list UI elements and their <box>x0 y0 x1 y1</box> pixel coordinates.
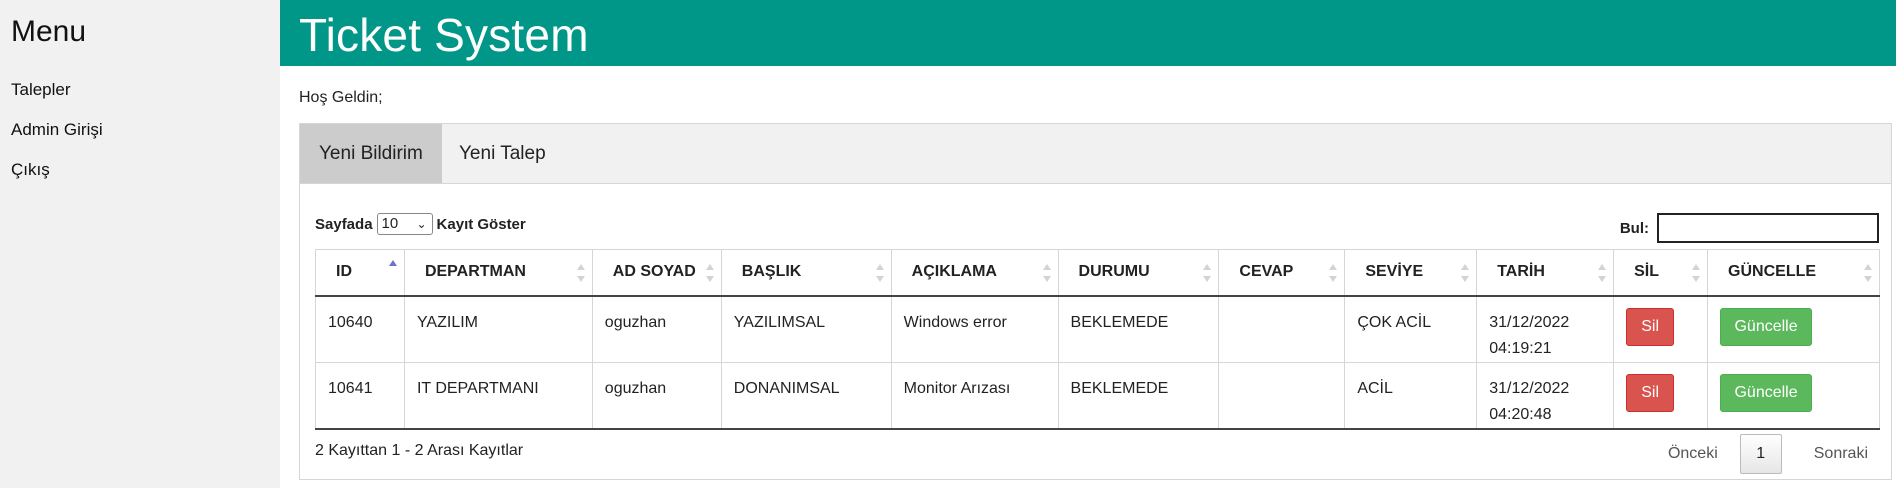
cell-aciklama: Windows error <box>890 295 1059 363</box>
search-input[interactable] <box>1657 213 1879 243</box>
column-header-sil[interactable]: SİL <box>1613 249 1709 297</box>
pagination: Önceki 1 Sonraki <box>1658 434 1878 474</box>
cell-durumu: BEKLEMEDE <box>1057 361 1220 430</box>
cell-tarih: 31/12/2022 04:20:48 <box>1476 361 1615 430</box>
cell-departman: IT DEPARTMANI <box>403 361 593 430</box>
cell-guncelle: Güncelle <box>1707 361 1880 430</box>
sort-icon <box>1692 264 1701 282</box>
ticket-panel: Yeni Bildirim Yeni Talep Sayfada 10 ⌄ Ka… <box>299 123 1892 480</box>
cell-cevap <box>1218 361 1346 430</box>
cell-cevap <box>1218 295 1346 363</box>
cell-ad-soyad: oguzhan <box>591 295 722 363</box>
welcome-text: Hoş Geldin; <box>299 89 383 106</box>
column-header-baslik[interactable]: BAŞLIK <box>720 249 892 297</box>
cell-ad-soyad: oguzhan <box>591 361 722 430</box>
sort-icon <box>576 264 585 282</box>
tarih-date: 31/12/2022 <box>1489 379 1570 397</box>
cell-id: 10640 <box>315 295 405 363</box>
sort-icon <box>705 264 714 282</box>
tab-yeni-talep[interactable]: Yeni Talep <box>440 124 565 183</box>
sidebar-item-talepler[interactable]: Talepler <box>11 80 71 100</box>
sort-icon <box>1598 264 1607 282</box>
cell-tarih: 31/12/2022 04:19:21 <box>1476 295 1615 363</box>
update-button[interactable]: Güncelle <box>1720 373 1813 412</box>
cell-baslik: YAZILIMSAL <box>720 295 892 363</box>
column-header-ad-soyad[interactable]: AD SOYAD <box>591 249 722 297</box>
sort-icon <box>1329 264 1338 282</box>
sidebar-item-admin-girisi[interactable]: Admin Girişi <box>11 120 103 140</box>
cell-seviye: ACİL <box>1344 361 1478 430</box>
table-header-row: ID DEPARTMAN AD SOYAD BAŞLIK AÇIKLAMA DU… <box>315 249 1880 297</box>
tarih-time: 04:19:21 <box>1489 339 1552 357</box>
column-header-cevap[interactable]: CEVAP <box>1218 249 1346 297</box>
tab-bar: Yeni Bildirim Yeni Talep <box>300 124 1891 184</box>
chevron-down-icon: ⌄ <box>416 217 427 231</box>
sort-icon <box>1042 264 1051 282</box>
cell-sil: Sil <box>1613 361 1709 430</box>
cell-durumu: BEKLEMEDE <box>1057 295 1220 363</box>
length-prefix-label: Sayfada <box>315 215 373 233</box>
tab-yeni-bildirim[interactable]: Yeni Bildirim <box>300 124 442 183</box>
sort-icon <box>1203 264 1212 282</box>
sidebar: Menu Talepler Admin Girişi Çıkış <box>0 0 280 488</box>
update-button[interactable]: Güncelle <box>1720 307 1813 346</box>
cell-seviye: ÇOK ACİL <box>1344 295 1478 363</box>
cell-guncelle: Güncelle <box>1707 295 1880 363</box>
column-header-id[interactable]: ID <box>315 249 405 297</box>
sidebar-title: Menu <box>11 15 87 48</box>
cell-aciklama: Monitor Arızası <box>890 361 1059 430</box>
tarih-date: 31/12/2022 <box>1489 313 1570 331</box>
column-header-guncelle[interactable]: GÜNCELLE <box>1707 249 1880 297</box>
column-header-aciklama[interactable]: AÇIKLAMA <box>890 249 1059 297</box>
header: Ticket System <box>280 0 1896 66</box>
sort-asc-icon <box>388 260 397 278</box>
table-info: 2 Kayıttan 1 - 2 Arası Kayıtlar <box>315 442 524 459</box>
search-control: Bul: <box>1620 213 1879 243</box>
tickets-table: ID DEPARTMAN AD SOYAD BAŞLIK AÇIKLAMA DU… <box>315 249 1880 430</box>
sort-icon <box>875 264 884 282</box>
delete-button[interactable]: Sil <box>1626 307 1675 346</box>
sort-icon <box>1461 264 1470 282</box>
next-page-button[interactable]: Sonraki <box>1804 445 1878 463</box>
page-length-value: 10 <box>381 215 399 232</box>
page-length-control: Sayfada 10 ⌄ Kayıt Göster <box>315 213 526 235</box>
page-button-current[interactable]: 1 <box>1739 434 1782 474</box>
delete-button[interactable]: Sil <box>1626 373 1675 412</box>
cell-sil: Sil <box>1613 295 1709 363</box>
cell-baslik: DONANIMSAL <box>720 361 892 430</box>
search-label: Bul: <box>1619 219 1649 237</box>
length-suffix-label: Kayıt Göster <box>436 215 526 233</box>
column-header-seviye[interactable]: SEVİYE <box>1344 249 1478 297</box>
table-row: 10640 YAZILIM oguzhan YAZILIMSAL Windows… <box>315 295 1880 363</box>
column-header-tarih[interactable]: TARİH <box>1476 249 1615 297</box>
page-title: Ticket System <box>299 9 589 61</box>
tarih-time: 04:20:48 <box>1489 405 1552 423</box>
table-row: 10641 IT DEPARTMANI oguzhan DONANIMSAL M… <box>315 361 1880 430</box>
cell-id: 10641 <box>315 361 405 430</box>
page-length-select[interactable]: 10 ⌄ <box>376 213 433 235</box>
prev-page-button[interactable]: Önceki <box>1658 445 1728 463</box>
cell-departman: YAZILIM <box>403 295 593 363</box>
sidebar-item-cikis[interactable]: Çıkış <box>11 160 50 180</box>
sort-icon <box>1864 264 1872 282</box>
column-header-durumu[interactable]: DURUMU <box>1057 249 1220 297</box>
column-header-departman[interactable]: DEPARTMAN <box>403 249 593 297</box>
